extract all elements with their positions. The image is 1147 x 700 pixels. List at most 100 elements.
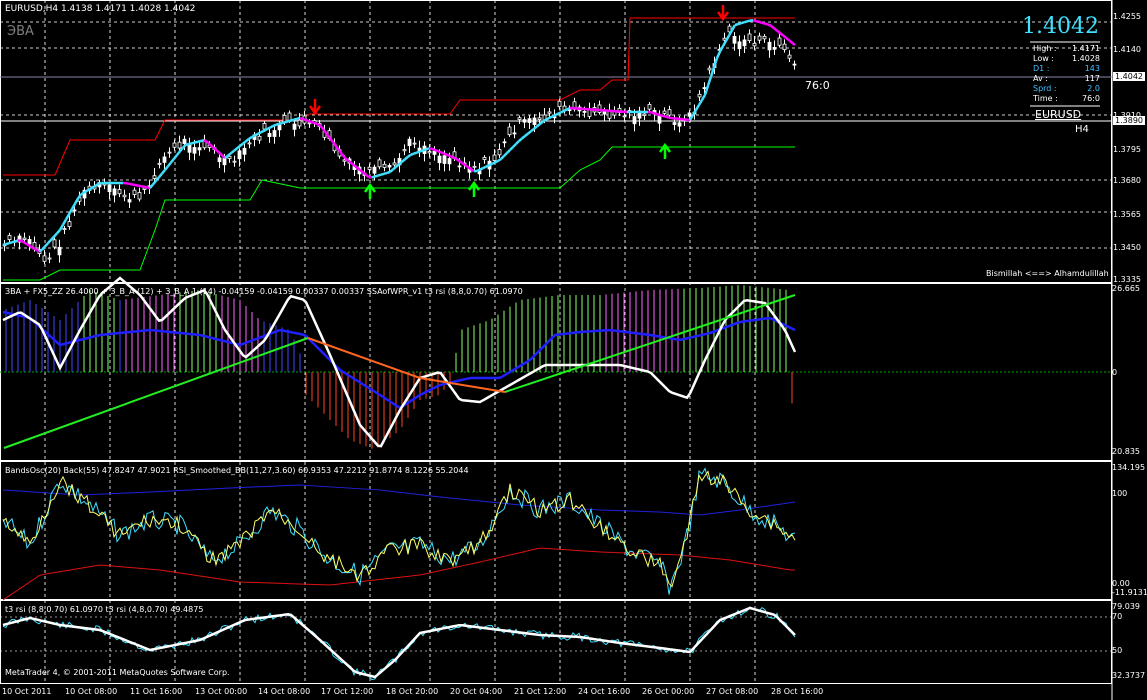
moving-average-line: [386, 170, 391, 175]
moving-average-line: [554, 112, 559, 117]
candle-body: [632, 116, 637, 125]
moving-average-line: [734, 22, 739, 27]
moving-average-line: [215, 148, 220, 154]
moving-average-line: [14, 239, 19, 243]
time-axis-label: 14 Oct 08:00: [258, 687, 311, 696]
moving-average-line: [58, 224, 65, 231]
candle-body: [657, 115, 662, 124]
indicator-name: ЭВА: [7, 24, 34, 39]
moving-average-line: [152, 179, 157, 186]
moving-average-line: [281, 120, 286, 125]
candle-body: [42, 255, 47, 262]
moving-average-line: [431, 147, 436, 152]
moving-average-line: [137, 184, 142, 188]
moving-average-line: [500, 155, 505, 160]
moving-average-line: [64, 213, 71, 221]
moving-average-line: [176, 150, 181, 156]
sell-arrow-icon: [716, 5, 730, 22]
candle-timer: 76:0: [805, 79, 830, 92]
moving-average-line: [497, 157, 502, 163]
moving-average-line: [715, 50, 722, 59]
moving-average-line: [158, 172, 163, 179]
pane2-axis-label: 26.665: [1112, 284, 1140, 293]
info-value: 76:0: [1082, 94, 1100, 103]
moving-average-line: [443, 152, 448, 156]
candle-body: [532, 117, 537, 125]
candle-body: [517, 117, 522, 120]
moving-average-line: [773, 27, 778, 32]
moving-average-line: [395, 163, 400, 168]
moving-average-line: [236, 145, 241, 150]
moving-average-line: [329, 137, 334, 143]
candle-body: [702, 87, 707, 90]
moving-average-line: [758, 20, 763, 24]
moving-average-line: [8, 241, 13, 245]
moving-average-line: [718, 45, 725, 53]
t3-rsi-line: [2, 276, 797, 448]
candle-body: [117, 189, 122, 195]
price-axis-label: 1.3565: [1113, 210, 1141, 219]
moving-average-line: [131, 183, 136, 187]
moving-average-line: [770, 24, 775, 30]
symbol-label: EURUSD: [1035, 108, 1082, 121]
candle-body: [7, 235, 12, 240]
candle-body: [432, 150, 437, 155]
candle-body: [507, 126, 512, 136]
candle-body: [52, 239, 57, 248]
time-axis-label: 10 Oct 08:00: [65, 687, 118, 696]
candle-body: [237, 150, 242, 160]
moving-average-line: [32, 246, 37, 251]
candle-body: [247, 142, 252, 145]
moving-average-line: [251, 134, 256, 139]
moving-average-line: [740, 21, 745, 25]
candle-body: [792, 63, 797, 66]
moving-average-line: [491, 161, 496, 165]
moving-average-line: [11, 240, 16, 244]
moving-average-line: [724, 34, 731, 42]
moving-average-line: [494, 159, 499, 164]
candle-body: [447, 158, 452, 165]
moving-average-line: [302, 117, 307, 122]
moving-average-line: [503, 152, 508, 157]
moving-average-line: [653, 112, 658, 116]
info-value: 1.4171: [1072, 44, 1100, 53]
moving-average-line: [272, 123, 277, 128]
moving-average-line: [56, 229, 61, 235]
moving-average-line: [425, 147, 430, 151]
moving-average-line: [269, 124, 274, 129]
moving-average-line: [413, 151, 418, 155]
info-value: 117: [1084, 74, 1100, 83]
moving-average-line: [455, 157, 460, 162]
moving-average-line: [293, 117, 298, 121]
price-axis-label: 1.4042: [1113, 72, 1145, 81]
moving-average-line: [776, 29, 781, 34]
candle-body: [197, 147, 202, 151]
moving-average-line: [446, 153, 451, 158]
candle-body: [582, 111, 587, 113]
candle-body: [157, 162, 162, 165]
time-axis-label: 17 Oct 12:00: [321, 687, 374, 696]
moving-average-line: [73, 197, 80, 205]
candle-body: [387, 165, 392, 168]
time-axis-label: 20 Oct 04:00: [450, 687, 503, 696]
moving-average-line: [80, 191, 85, 196]
candle-body: [132, 189, 137, 196]
moving-average-line: [5, 242, 10, 246]
chart-canvas[interactable]: [0, 0, 1147, 700]
moving-average-line: [437, 150, 442, 154]
price-axis-label: 1.3680: [1113, 176, 1141, 185]
candle-body: [137, 192, 142, 200]
moving-average-line: [656, 112, 661, 117]
moving-average-line: [143, 185, 148, 189]
greeting-text: Bismillah <==> Alhamdulillah: [986, 269, 1109, 278]
candle-body: [687, 112, 692, 117]
moving-average-line: [245, 137, 250, 143]
candle-body: [127, 199, 132, 203]
time-axis-label: 24 Oct 16:00: [578, 687, 631, 696]
candle-body: [642, 113, 647, 116]
moving-average-line: [341, 153, 346, 159]
moving-average-line: [746, 19, 751, 23]
moving-average-line: [200, 139, 205, 143]
candle-body: [382, 163, 387, 168]
candle-body: [72, 209, 77, 212]
